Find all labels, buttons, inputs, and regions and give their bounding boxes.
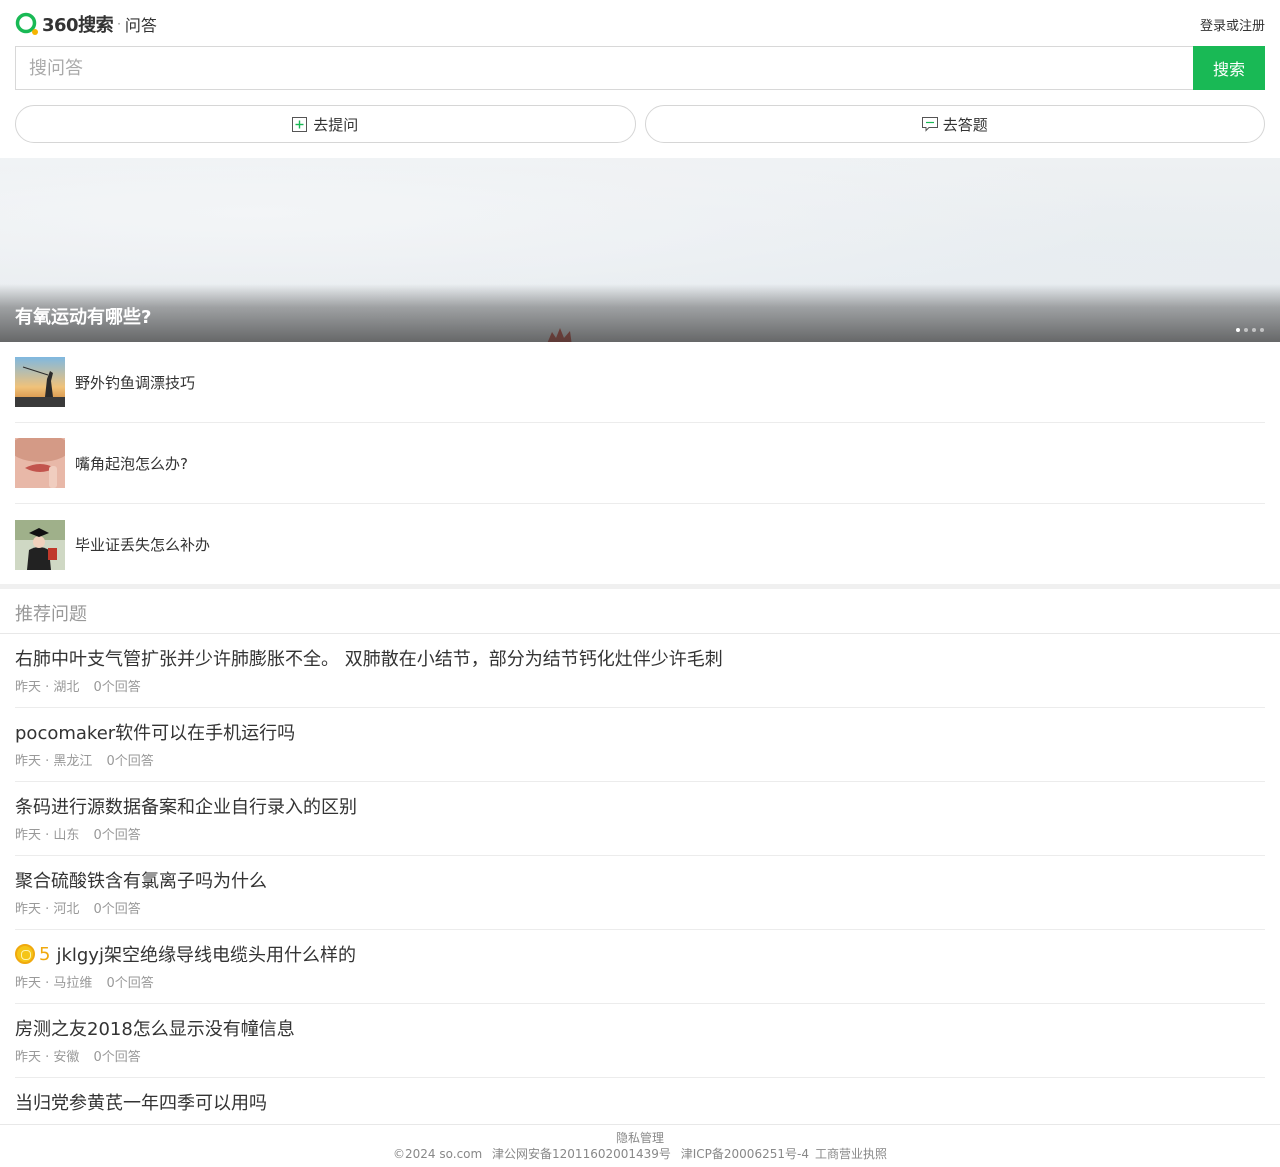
footer-divider	[0, 1124, 1280, 1125]
banner-title[interactable]: 有氧运动有哪些?	[15, 303, 151, 329]
question-region: 黑龙江	[53, 754, 93, 769]
question-region: 山东	[53, 828, 80, 843]
logo[interactable]: 360搜索 · 问答	[15, 11, 157, 37]
footer: 隐私管理 ©2024 so.com 津公网安备12011602001439号 津…	[0, 1130, 1280, 1162]
topic-label: 毕业证丢失怎么补办	[75, 536, 211, 554]
plus-square-icon	[292, 116, 308, 132]
lips-thumbnail	[15, 438, 65, 488]
question-title[interactable]: 当归党参黄芪一年四季可以用吗	[15, 1089, 267, 1115]
question-meta: 昨天 · 黑龙江 0个回答	[15, 754, 154, 769]
topic-item[interactable]: 野外钓鱼调漂技巧	[15, 342, 1265, 423]
logo-subtitle: 问答	[124, 16, 157, 35]
question-time: 昨天	[15, 680, 42, 695]
question-title[interactable]: 聚合硫酸铁含有氯离子吗为什么	[15, 867, 267, 893]
carousel-dot[interactable]	[1244, 328, 1248, 332]
chat-bubble-icon	[921, 116, 938, 132]
question-item[interactable]: 聚合硫酸铁含有氯离子吗为什么 昨天 · 河北 0个回答	[15, 856, 1265, 930]
topic-item[interactable]: 嘴角起泡怎么办?	[15, 423, 1265, 504]
question-list: 右肺中叶支气管扩张并少许肺膨胀不全。 双肺散在小结节，部分为结节钙化灶伴少许毛刺…	[0, 634, 1280, 1130]
question-title-row[interactable]: 5 jklgyj架空绝缘导线电缆头用什么样的	[15, 941, 356, 967]
question-region: 马拉维	[53, 976, 93, 991]
question-item[interactable]: 条码进行源数据备案和企业自行录入的区别 昨天 · 山东 0个回答	[15, 782, 1265, 856]
police-record-link[interactable]: 津公网安备12011602001439号	[492, 1147, 671, 1161]
privacy-link[interactable]: 隐私管理	[0, 1130, 1280, 1146]
fishing-thumbnail	[15, 357, 65, 407]
question-region: 湖北	[53, 680, 80, 695]
question-time: 昨天	[15, 828, 42, 843]
banner-overlay	[0, 284, 1280, 342]
question-item[interactable]: 右肺中叶支气管扩张并少许肺膨胀不全。 双肺散在小结节，部分为结节钙化灶伴少许毛刺…	[15, 634, 1265, 708]
question-meta: 昨天 · 湖北 0个回答	[15, 680, 141, 695]
topic-item[interactable]: 毕业证丢失怎么补办	[15, 504, 1265, 585]
reward-amount: 5	[39, 943, 51, 965]
answer-count: 0个回答	[93, 680, 141, 695]
question-time: 昨天	[15, 976, 42, 991]
answer-count: 0个回答	[93, 828, 141, 843]
copyright-text: ©2024 so.com	[393, 1147, 483, 1161]
icp-record-link[interactable]: 津ICP备20006251号-4	[681, 1147, 809, 1161]
topic-label: 嘴角起泡怎么办?	[75, 454, 188, 473]
answer-question-button[interactable]: 去答题	[644, 105, 1265, 143]
question-item[interactable]: 5 jklgyj架空绝缘导线电缆头用什么样的 昨天 · 马拉维 0个回答	[15, 930, 1265, 1004]
question-title[interactable]: 房测之友2018怎么显示没有幢信息	[15, 1015, 295, 1041]
question-meta: 昨天 · 安徽 0个回答	[15, 1050, 141, 1065]
answer-count: 0个回答	[106, 976, 154, 991]
topic-list: 野外钓鱼调漂技巧 嘴角起泡怎么办? 毕业证丢失怎么补办	[0, 342, 1280, 585]
search-input[interactable]	[15, 46, 1193, 90]
search-button[interactable]: 搜索	[1193, 46, 1265, 90]
header: 360搜索 · 问答 登录或注册	[0, 0, 1280, 46]
question-title: jklgyj架空绝缘导线电缆头用什么样的	[56, 945, 356, 966]
answer-count: 0个回答	[106, 754, 154, 769]
graduate-thumbnail	[15, 519, 65, 570]
answer-count: 0个回答	[93, 902, 141, 917]
carousel-dot[interactable]	[1252, 328, 1256, 332]
action-bar: 去提问 去答题	[15, 105, 1265, 143]
search-bar: 搜索	[15, 46, 1265, 90]
question-meta: 昨天 · 马拉维 0个回答	[15, 976, 154, 991]
logo-text: 360搜索	[42, 15, 114, 36]
question-region: 安徽	[53, 1050, 80, 1065]
login-link[interactable]: 登录或注册	[1200, 15, 1265, 34]
logo-separator: ·	[117, 17, 121, 31]
ask-question-label: 去提问	[313, 115, 359, 134]
topic-label: 野外钓鱼调漂技巧	[75, 373, 196, 392]
question-title[interactable]: 右肺中叶支气管扩张并少许肺膨胀不全。 双肺散在小结节，部分为结节钙化灶伴少许毛刺	[15, 645, 723, 671]
question-title[interactable]: pocomaker软件可以在手机运行吗	[15, 719, 295, 745]
question-item[interactable]: 当归党参黄芪一年四季可以用吗	[15, 1078, 1265, 1130]
question-item[interactable]: 房测之友2018怎么显示没有幢信息 昨天 · 安徽 0个回答	[15, 1004, 1265, 1078]
question-meta: 昨天 · 河北 0个回答	[15, 902, 141, 917]
question-region: 河北	[53, 902, 80, 917]
carousel-dot[interactable]	[1236, 328, 1240, 332]
question-title[interactable]: 条码进行源数据备案和企业自行录入的区别	[15, 793, 357, 819]
carousel-dot[interactable]	[1260, 328, 1264, 332]
carousel-dots	[1236, 328, 1264, 332]
answer-question-label: 去答题	[942, 115, 988, 134]
question-meta: 昨天 · 山东 0个回答	[15, 828, 141, 843]
question-time: 昨天	[15, 1050, 42, 1065]
banner-carousel[interactable]: 有氧运动有哪些?	[0, 158, 1280, 342]
question-time: 昨天	[15, 754, 42, 769]
recommended-section-title: 推荐问题	[15, 604, 87, 625]
logo-icon	[15, 12, 39, 36]
answer-count: 0个回答	[93, 1050, 141, 1065]
question-time: 昨天	[15, 902, 42, 917]
coin-icon	[15, 944, 35, 964]
question-item[interactable]: pocomaker软件可以在手机运行吗 昨天 · 黑龙江 0个回答	[15, 708, 1265, 782]
section-divider	[0, 584, 1280, 589]
ask-question-button[interactable]: 去提问	[15, 105, 636, 143]
business-license-link[interactable]: 工商营业执照	[815, 1147, 887, 1161]
